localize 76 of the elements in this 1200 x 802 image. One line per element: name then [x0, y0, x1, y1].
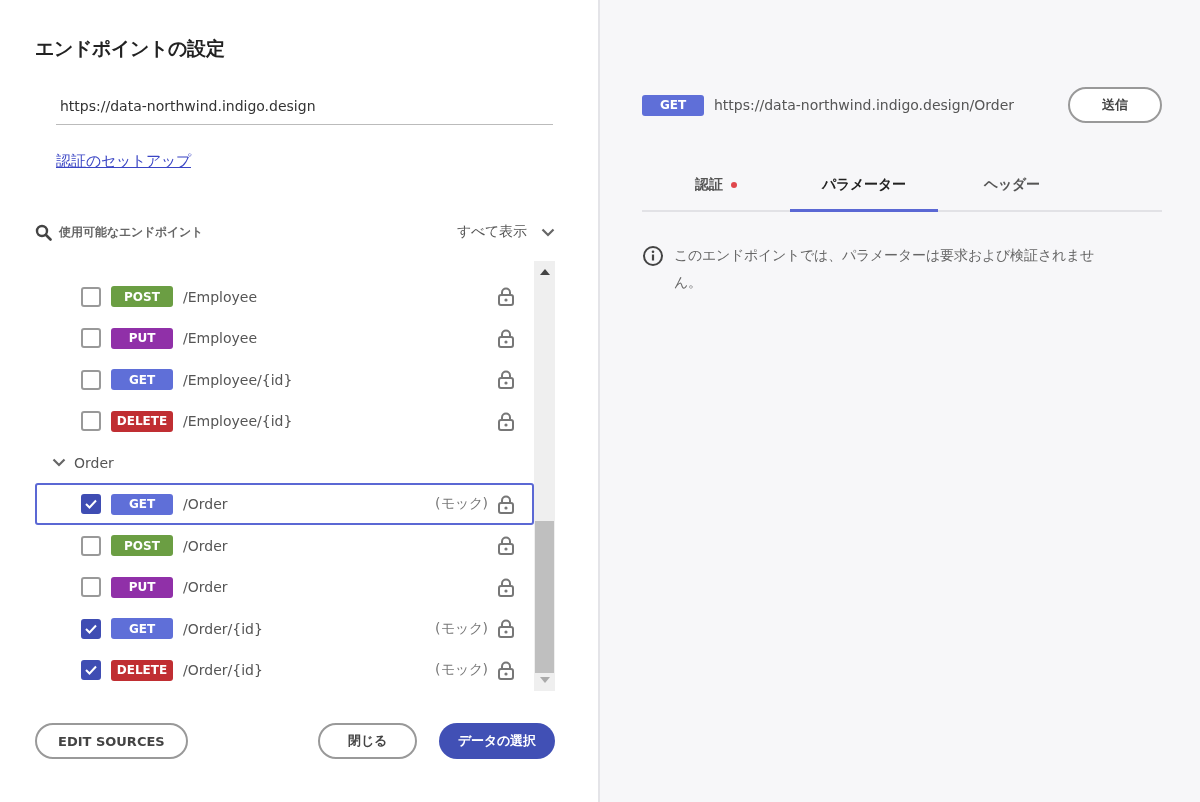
search-icon: [35, 223, 52, 241]
dialog-title: エンドポイントの設定: [35, 36, 226, 61]
auth-setup-link[interactable]: 認証のセットアップ: [56, 152, 191, 171]
search-label: 使用可能なエンドポイント: [59, 223, 204, 241]
endpoint-path: /Order/{id}: [183, 620, 264, 637]
checkbox[interactable]: [81, 618, 101, 639]
method-badge: DELETE: [111, 659, 173, 681]
info-icon: [642, 245, 664, 267]
mock-label: (モック): [435, 661, 488, 680]
tab[interactable]: ヘッダー: [938, 161, 1086, 212]
endpoint-path: /Order: [183, 579, 229, 596]
request-url: https://data-northwind.indigo.design/Order: [714, 97, 1015, 113]
checkbox[interactable]: [81, 411, 101, 432]
chevron-down-icon: [52, 458, 66, 468]
lock-icon: [498, 494, 514, 514]
method-badge: GET: [111, 493, 173, 515]
url-field[interactable]: https://data-northwind.indigo.design: [56, 92, 553, 125]
endpoint-path: /Employee: [183, 330, 259, 347]
endpoint-path: /Employee: [183, 288, 259, 305]
lock-icon: [498, 411, 514, 431]
checkbox[interactable]: [81, 286, 101, 307]
method-badge: DELETE: [111, 410, 173, 432]
endpoint-row[interactable]: GET /Order/{id} (モック): [35, 607, 534, 650]
endpoint-row[interactable]: DELETE /Employee/{id}: [35, 400, 534, 442]
scroll-thumb[interactable]: [535, 521, 554, 673]
scroll-down-icon[interactable]: [539, 677, 550, 683]
method-badge: GET: [111, 369, 173, 391]
filter-dropdown[interactable]: すべて表示: [457, 223, 555, 241]
checkmark-icon: [85, 623, 97, 634]
lock-icon: [498, 619, 514, 639]
checkmark-icon: [85, 499, 97, 510]
checkbox[interactable]: [81, 577, 101, 598]
endpoint-row[interactable]: PUT /Order: [35, 566, 534, 608]
method-badge: POST: [111, 535, 173, 557]
group-label: Order: [74, 454, 114, 471]
checkbox[interactable]: [81, 494, 101, 515]
lock-icon: [498, 577, 514, 597]
checkbox[interactable]: [81, 369, 101, 390]
checkbox[interactable]: [81, 660, 101, 681]
group-row[interactable]: Order: [35, 442, 534, 484]
method-badge: GET: [111, 618, 173, 640]
endpoint-row[interactable]: GET /Employee/{id}: [35, 359, 534, 401]
endpoint-path: /Order: [183, 537, 229, 554]
endpoint-path: /Employee/{id}: [183, 371, 294, 388]
endpoint-path: /Employee/{id}: [183, 413, 294, 430]
endpoint-row[interactable]: POST /Order: [35, 524, 534, 567]
lock-icon: [498, 287, 514, 307]
method-badge: PUT: [111, 327, 173, 349]
lock-icon: [498, 328, 514, 348]
tab[interactable]: 認証: [642, 161, 790, 212]
endpoint-row-selected[interactable]: GET /Order (モック): [35, 483, 534, 525]
mock-label: (モック): [435, 619, 488, 638]
lock-icon: [498, 660, 514, 680]
checkmark-icon: [85, 665, 97, 676]
checkbox[interactable]: [81, 535, 101, 556]
endpoint-row[interactable]: POST /Employee: [35, 276, 534, 318]
endpoint-path: /Order/{id}: [183, 662, 264, 679]
endpoint-row[interactable]: PUT /Employee: [35, 317, 534, 359]
endpoint-path: /Order: [183, 496, 229, 513]
method-badge: GET: [642, 94, 704, 116]
endpoint-row[interactable]: DELETE /Order/{id} (モック): [35, 649, 534, 691]
checkbox[interactable]: [81, 328, 101, 349]
send-button[interactable]: 送信: [1068, 87, 1162, 123]
scroll-up-icon[interactable]: [539, 269, 550, 275]
close-button[interactable]: 閉じる: [318, 723, 417, 759]
info-message: このエンドポイントでは、パラメーターは要求および検証されません。: [674, 246, 1095, 292]
select-data-button[interactable]: データの選択: [439, 723, 555, 759]
tab[interactable]: パラメーター: [790, 161, 938, 212]
method-badge: PUT: [111, 576, 173, 598]
method-badge: POST: [111, 286, 173, 308]
edit-sources-button[interactable]: EDIT SOURCES: [35, 723, 188, 759]
mock-label: (モック): [435, 495, 488, 514]
chevron-down-icon: [541, 227, 555, 237]
scrollbar[interactable]: [534, 261, 555, 691]
lock-icon: [498, 370, 514, 390]
lock-icon: [498, 536, 514, 556]
